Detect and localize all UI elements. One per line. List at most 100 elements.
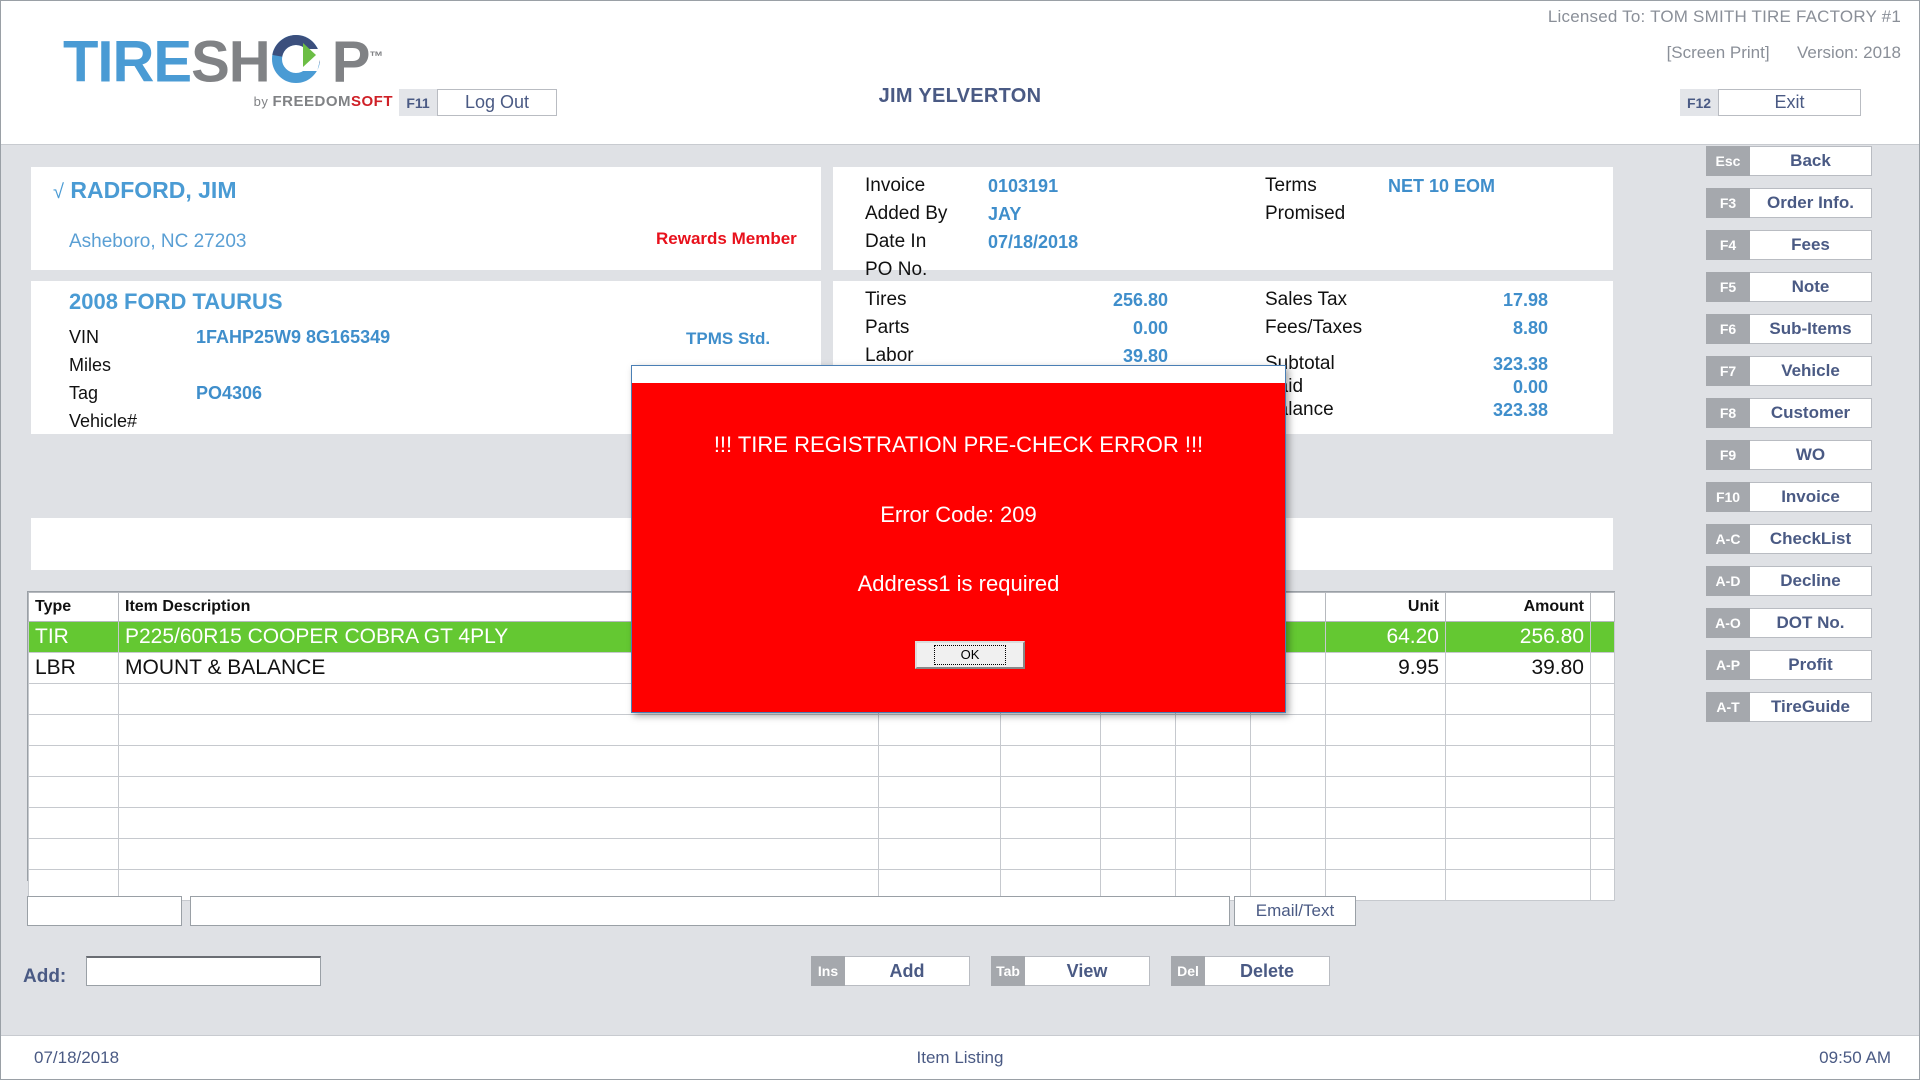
sidebar-button-note[interactable]: F5 Note: [1706, 272, 1872, 302]
table-cell-empty: [1175, 807, 1251, 839]
table-cell-empty: [1445, 683, 1591, 715]
table-cell-empty: [118, 745, 879, 777]
table-row-empty[interactable]: [28, 714, 1615, 746]
tag-value: PO4306: [196, 383, 263, 403]
sidebar-key-label: F6: [1706, 314, 1750, 344]
subtotal-value: 323.38: [1492, 354, 1548, 374]
sidebar-button-vehicle[interactable]: F7 Vehicle: [1706, 356, 1872, 386]
status-time: 09:50 AM: [1819, 1048, 1891, 1067]
sidebar-key-label: A-D: [1706, 566, 1750, 596]
note-field-small[interactable]: [27, 896, 182, 926]
table-cell-empty: [1250, 714, 1326, 746]
table-cell: 39.80: [1445, 652, 1591, 684]
exit-button-label: Exit: [1718, 89, 1861, 116]
tire-registration-error-dialog[interactable]: !!! TIRE REGISTRATION PRE-CHECK ERROR !!…: [631, 365, 1286, 713]
grid-column-header: Unit: [1325, 592, 1446, 622]
sidebar-button-dot-no[interactable]: A-O DOT No.: [1706, 608, 1872, 638]
grid-column-header: Type: [28, 592, 119, 622]
sidebar-button-checklist[interactable]: A-C CheckList: [1706, 524, 1872, 554]
table-cell-empty: [878, 714, 1001, 746]
sidebar-button-invoice[interactable]: F10 Invoice: [1706, 482, 1872, 512]
table-row-empty[interactable]: [28, 807, 1615, 839]
screen-print-label: [Screen Print]: [1666, 43, 1770, 62]
sidebar-button-label: Customer: [1750, 398, 1872, 428]
dialog-ok-label: OK: [933, 645, 1007, 665]
vin-value: 1FAHP25W9 8G165349: [196, 327, 391, 347]
table-row-empty[interactable]: [28, 776, 1615, 808]
table-cell-empty: [878, 776, 1001, 808]
invoice-number-value: 0103191: [988, 176, 1059, 196]
sidebar-key-label: A-P: [1706, 650, 1750, 680]
sidebar-button-label: Vehicle: [1750, 356, 1872, 386]
table-cell: 64.20: [1325, 621, 1446, 653]
sidebar-button-label: TireGuide: [1750, 692, 1872, 722]
exit-key-label: F12: [1680, 89, 1718, 116]
table-cell-empty: [1445, 807, 1591, 839]
sidebar-button-label: CheckList: [1750, 524, 1872, 554]
note-field-large[interactable]: [190, 896, 1230, 926]
sidebar-button-customer[interactable]: F8 Customer: [1706, 398, 1872, 428]
vehicle-number-label: Vehicle#: [69, 411, 138, 431]
add-label: Add:: [23, 966, 67, 987]
add-button-key: Ins: [811, 956, 845, 986]
table-cell-empty: [1100, 838, 1176, 870]
sidebar-key-label: F8: [1706, 398, 1750, 428]
table-cell-empty: [1445, 838, 1591, 870]
tpms-status: TPMS Std.: [686, 329, 771, 348]
dialog-title-bar: [632, 366, 1285, 384]
table-cell-empty: [1325, 776, 1446, 808]
added-by-value: JAY: [988, 204, 1022, 224]
customer-name: √ RADFORD, JIM: [53, 177, 237, 204]
table-row-empty[interactable]: [28, 838, 1615, 870]
sidebar-key-label: F9: [1706, 440, 1750, 470]
add-item-input[interactable]: [86, 956, 321, 986]
sidebar-button-order-info[interactable]: F3 Order Info.: [1706, 188, 1872, 218]
exit-button[interactable]: F12 Exit: [1680, 89, 1861, 116]
table-cell-empty: [1325, 683, 1446, 715]
sidebar-button-back[interactable]: Esc Back: [1706, 146, 1872, 176]
table-cell-empty: [1325, 745, 1446, 777]
rewards-member-badge: Rewards Member: [656, 229, 797, 248]
table-cell-empty: [1100, 714, 1176, 746]
sidebar-button-profit[interactable]: A-P Profit: [1706, 650, 1872, 680]
add-item-row: Add: Ins Add Tab View Del Delete: [1, 946, 1692, 1006]
table-cell-empty: [28, 714, 119, 746]
view-button[interactable]: Tab View: [991, 956, 1150, 986]
sidebar-button-sub-items[interactable]: F6 Sub-Items: [1706, 314, 1872, 344]
po-number-label: PO No.: [865, 259, 928, 280]
sales-tax-label: Sales Tax: [1265, 289, 1348, 310]
table-cell-empty: [1250, 807, 1326, 839]
dialog-error-heading: !!! TIRE REGISTRATION PRE-CHECK ERROR !!…: [713, 432, 1204, 457]
table-cell-empty: [118, 838, 879, 870]
fees-taxes-value: 8.80: [1512, 318, 1548, 338]
table-cell-empty: [878, 745, 1001, 777]
add-button[interactable]: Ins Add: [811, 956, 970, 986]
table-cell-empty: [1175, 714, 1251, 746]
invoice-info-panel[interactable]: Invoice 0103191 Added By JAY Date In 07/…: [833, 167, 1613, 280]
customer-name-text: RADFORD, JIM: [70, 177, 237, 203]
delete-button[interactable]: Del Delete: [1171, 956, 1330, 986]
sidebar-button-label: Invoice: [1750, 482, 1872, 512]
customer-verified-check-icon: √: [53, 181, 64, 203]
table-cell-empty: [28, 838, 119, 870]
table-cell-empty: [1175, 776, 1251, 808]
dialog-ok-button[interactable]: OK: [915, 641, 1025, 669]
tag-label: Tag: [69, 383, 99, 403]
current-user-name: JIM YELVERTON: [878, 85, 1042, 107]
sidebar-key-label: A-O: [1706, 608, 1750, 638]
table-row-empty[interactable]: [28, 745, 1615, 777]
customer-panel[interactable]: √ RADFORD, JIM Asheboro, NC 27203 Reward…: [31, 167, 821, 270]
sidebar-button-fees[interactable]: F4 Fees: [1706, 230, 1872, 260]
table-cell-empty: [1175, 838, 1251, 870]
sidebar-button-wo[interactable]: F9 WO: [1706, 440, 1872, 470]
table-cell-empty: [1000, 745, 1101, 777]
sidebar-button-decline[interactable]: A-D Decline: [1706, 566, 1872, 596]
sidebar-button-tireguide[interactable]: A-T TireGuide: [1706, 692, 1872, 722]
table-cell-empty: [1445, 745, 1591, 777]
table-cell: LBR: [28, 652, 119, 684]
paid-value: 0.00: [1512, 377, 1548, 397]
sidebar-key-label: A-T: [1706, 692, 1750, 722]
email-text-button[interactable]: Email/Text: [1234, 896, 1356, 926]
table-cell-empty: [1590, 745, 1615, 777]
table-cell-empty: [1325, 807, 1446, 839]
